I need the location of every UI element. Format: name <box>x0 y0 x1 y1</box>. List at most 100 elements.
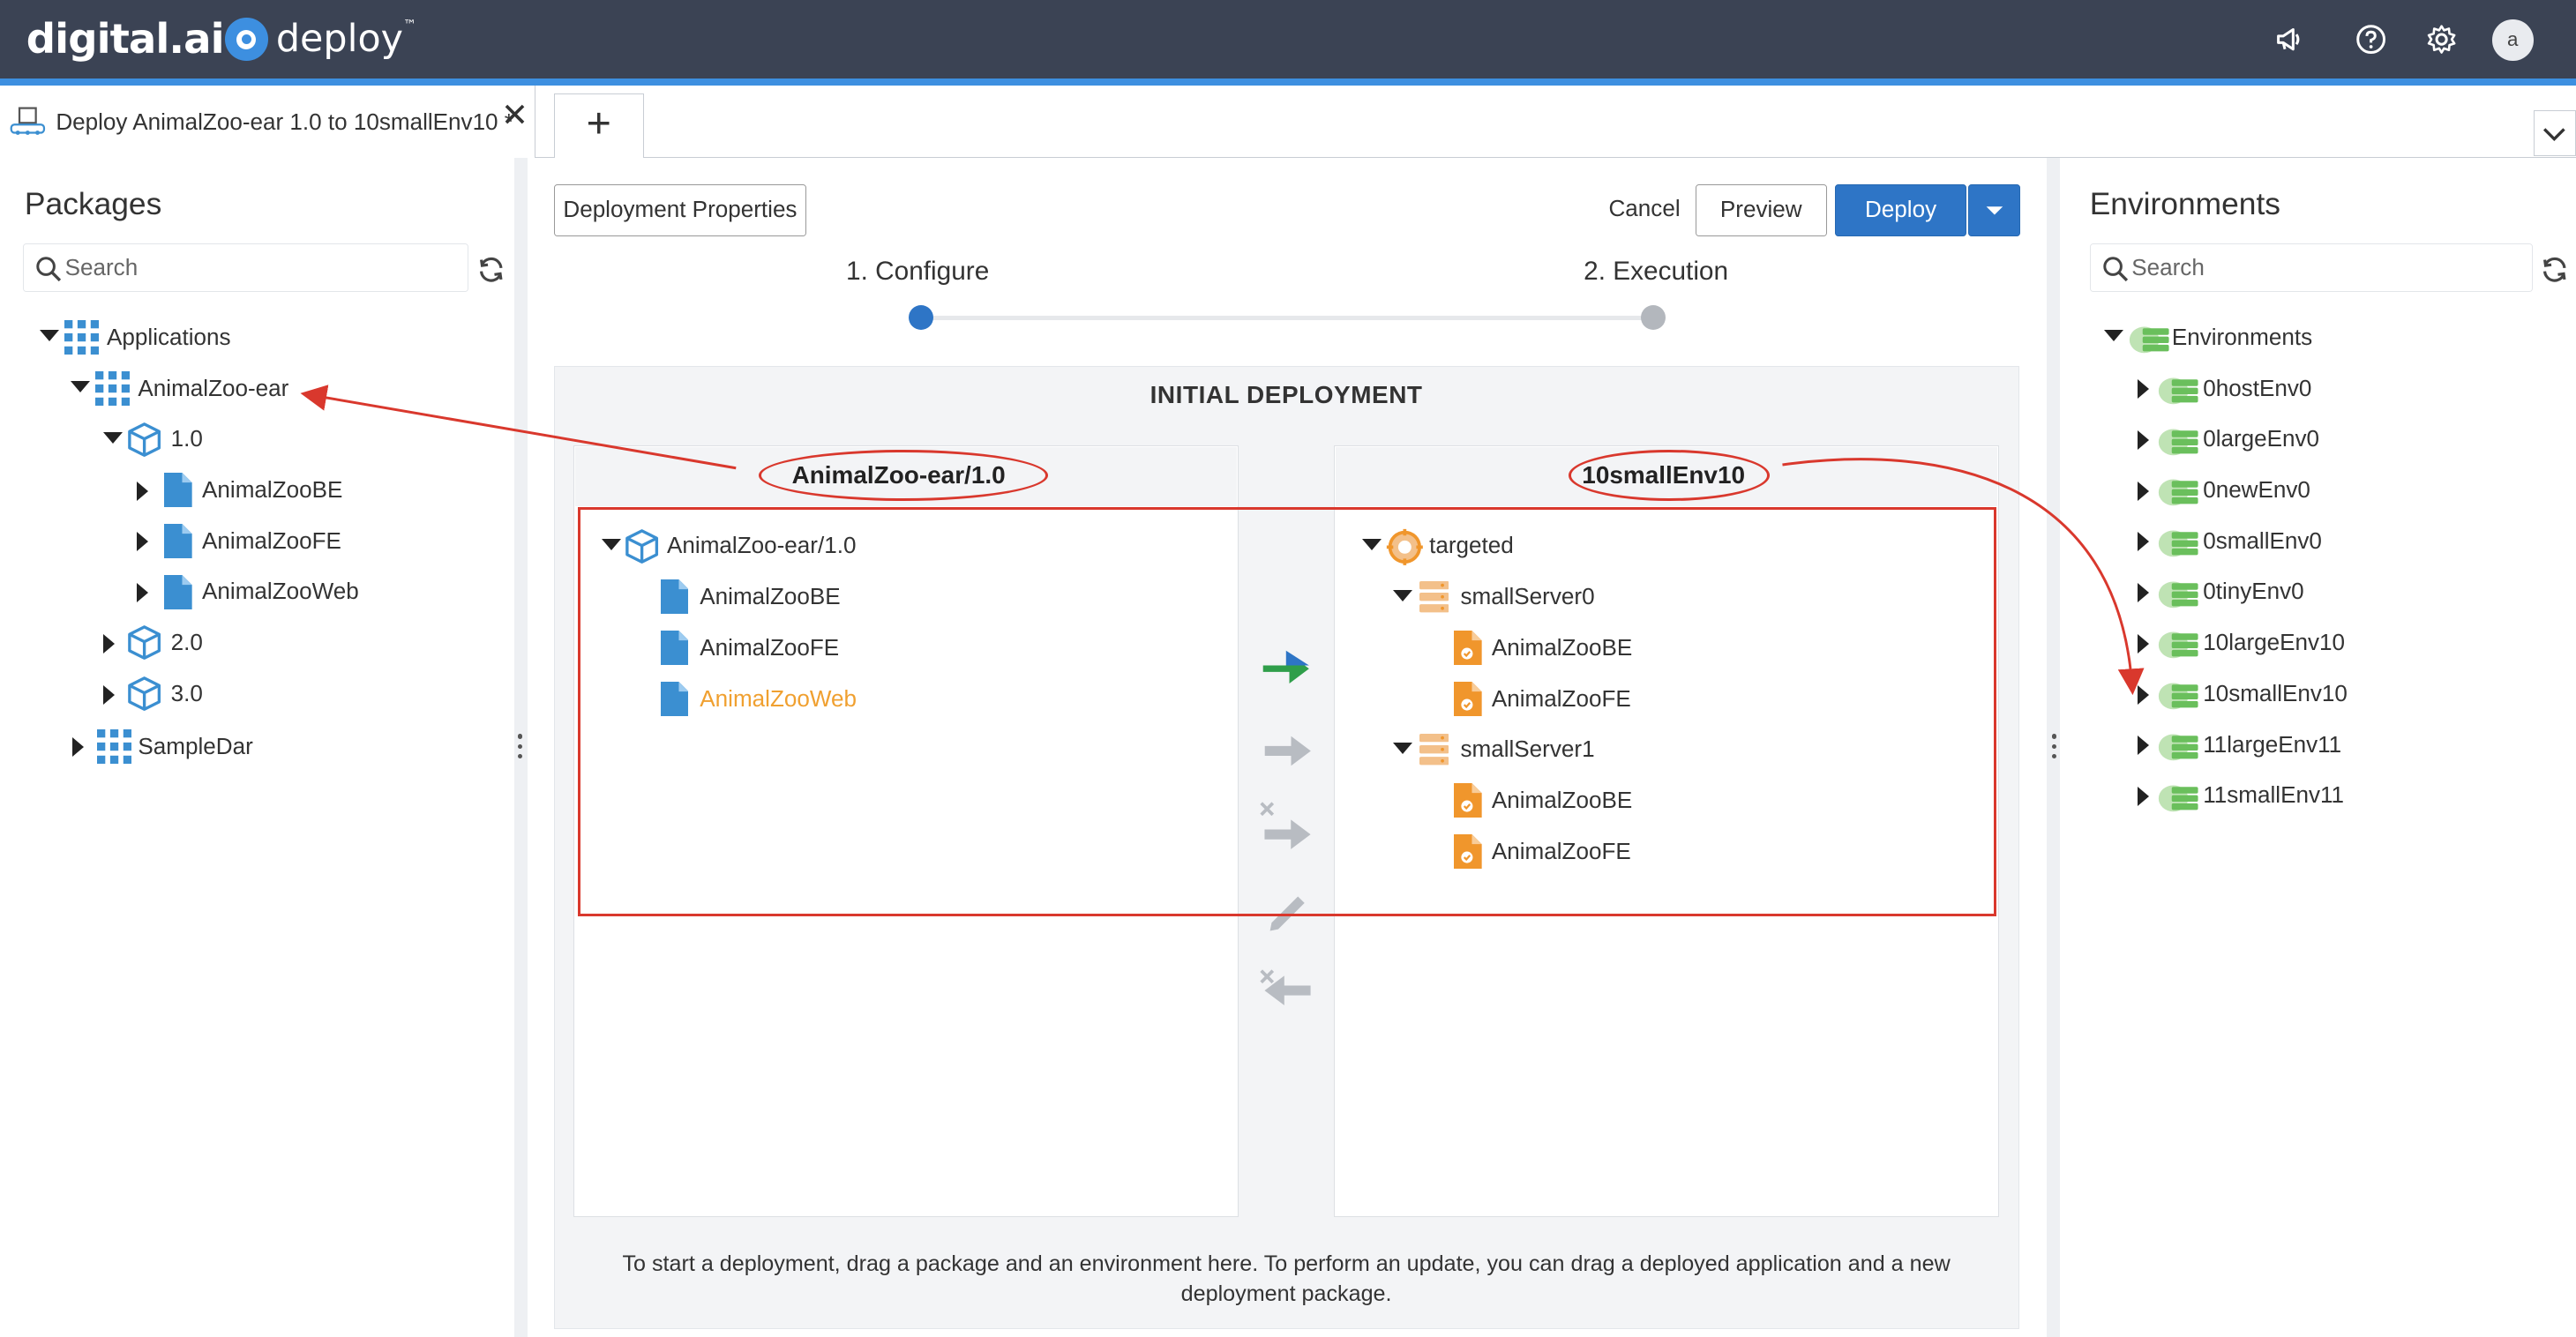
caret-right-icon[interactable] <box>2137 481 2149 501</box>
deployment-hint-text: To start a deployment, drag a package an… <box>622 1251 1951 1306</box>
environments-title: Environments <box>2089 187 2280 222</box>
caret-down-icon[interactable] <box>103 431 124 444</box>
tree-environment-item[interactable]: 0tinyEnv0 <box>2137 575 2532 611</box>
tree-environment-item[interactable]: 10largeEnv10 <box>2137 625 2532 661</box>
tab-menu-button[interactable] <box>2533 109 2576 156</box>
environment-icon <box>2158 429 2198 455</box>
tree-deployable[interactable]: AnimalZooFE <box>136 524 465 560</box>
caret-down-icon <box>1986 205 2003 215</box>
packages-search-input[interactable]: Search <box>23 243 468 293</box>
tree-environment-item[interactable]: 11largeEnv11 <box>2137 728 2532 764</box>
step-execution-dot[interactable] <box>1641 305 1666 331</box>
deploy-logo-icon <box>225 18 268 61</box>
right-splitter-handle-icon[interactable] <box>2051 734 2058 763</box>
step-configure-label: 1. Configure <box>846 256 990 286</box>
caret-right-icon[interactable] <box>2137 786 2149 806</box>
application-grid-icon <box>94 370 131 406</box>
file-icon <box>164 574 192 609</box>
environments-cloud-icon <box>2129 326 2169 354</box>
step-execution-label: 2. Execution <box>1584 256 1729 286</box>
chevron-down-icon <box>2542 128 2565 141</box>
tree-environments-root[interactable]: Environments <box>2104 320 2515 356</box>
environment-icon <box>2158 785 2198 811</box>
environment-icon <box>2158 479 2198 506</box>
add-tab-button[interactable]: + <box>553 93 644 158</box>
digital-ai-logo[interactable]: digital.ai <box>26 15 225 63</box>
deploy-options-button[interactable] <box>1967 183 2021 237</box>
gear-icon[interactable] <box>2425 23 2458 56</box>
environment-icon <box>2158 734 2198 761</box>
step-progress-line <box>919 315 1655 321</box>
caret-right-icon[interactable] <box>2137 379 2149 400</box>
caret-right-icon[interactable] <box>103 684 116 705</box>
application-grid-icon <box>96 728 131 764</box>
tree-environment-item[interactable]: 10smallEnv10 <box>2137 676 2532 713</box>
tree-environment-item[interactable]: 0newEnv0 <box>2137 473 2532 509</box>
caret-right-icon[interactable] <box>103 633 116 654</box>
search-icon <box>36 256 62 281</box>
tree-environment-item[interactable]: 0largeEnv0 <box>2137 422 2532 459</box>
caret-right-icon[interactable] <box>2137 532 2149 552</box>
file-icon <box>164 524 192 559</box>
caret-right-icon[interactable] <box>136 532 148 552</box>
caret-right-icon[interactable] <box>2137 429 2149 450</box>
tree-deployable[interactable]: AnimalZooBE <box>136 473 465 509</box>
annotation-mapping-rectangle <box>578 507 1996 917</box>
help-icon[interactable] <box>2355 23 2387 56</box>
annotation-package-ellipse <box>759 450 1049 501</box>
top-bar-accent <box>0 78 2576 86</box>
environments-refresh-icon[interactable] <box>2540 255 2570 285</box>
deploy-button[interactable]: Deploy <box>1835 183 1967 237</box>
package-cube-icon <box>128 676 161 712</box>
caret-down-icon[interactable] <box>39 330 59 342</box>
cancel-button[interactable]: Cancel <box>1602 184 1688 237</box>
caret-right-icon[interactable] <box>136 583 148 603</box>
environment-icon <box>2158 377 2198 405</box>
environments-search-input[interactable]: Search <box>2089 243 2534 293</box>
tree-environment-item[interactable]: 0smallEnv0 <box>2137 524 2532 560</box>
tab-strip: Deploy AnimalZoo-ear 1.0 to 10smallEnv10… <box>0 85 2576 158</box>
preview-button[interactable]: Preview <box>1695 183 1827 237</box>
caret-right-icon[interactable] <box>136 481 148 501</box>
step-configure-dot[interactable] <box>908 305 933 331</box>
environment-icon <box>2158 631 2198 659</box>
tree-deployable[interactable]: AnimalZooWeb <box>136 574 465 611</box>
tree-applications[interactable]: Applications <box>39 320 368 356</box>
deployment-properties-button[interactable]: Deployment Properties <box>553 183 807 237</box>
tree-app-sampledar[interactable]: SampleDar <box>71 728 401 766</box>
caret-down-icon[interactable] <box>2104 330 2124 342</box>
tab-deploy[interactable]: Deploy AnimalZoo-ear 1.0 to 10smallEnv10… <box>0 85 536 158</box>
caret-right-icon[interactable] <box>71 737 84 758</box>
packages-refresh-icon[interactable] <box>476 255 506 285</box>
left-splitter-handle-icon[interactable] <box>517 734 524 763</box>
caret-right-icon[interactable] <box>2137 736 2149 756</box>
environment-icon <box>2158 683 2198 710</box>
file-icon <box>164 473 192 508</box>
annotation-environment-ellipse <box>1569 450 1770 501</box>
remove-undeploy-arrow-icon[interactable] <box>1258 967 1317 1013</box>
packages-title: Packages <box>24 187 162 222</box>
user-avatar[interactable]: a <box>2491 19 2534 61</box>
megaphone-icon[interactable] <box>2273 23 2306 56</box>
package-cube-icon <box>128 422 161 457</box>
applications-grid-icon <box>64 320 99 355</box>
tree-version-1[interactable]: 1.0 <box>103 422 431 459</box>
tree-version-3[interactable]: 3.0 <box>103 676 431 713</box>
tree-environment-item[interactable]: 0hostEnv0 <box>2137 371 2532 407</box>
tab-title: Deploy AnimalZoo-ear 1.0 to 10smallEnv10… <box>56 108 513 135</box>
deployment-header: INITIAL DEPLOYMENT <box>1149 381 1423 409</box>
tree-version-2[interactable]: 2.0 <box>103 625 431 661</box>
caret-down-icon[interactable] <box>71 381 91 392</box>
caret-right-icon[interactable] <box>2137 633 2149 654</box>
environment-icon <box>2158 530 2198 557</box>
caret-right-icon[interactable] <box>2137 684 2149 705</box>
search-icon <box>2103 256 2128 281</box>
tree-app-animalzoo-ear[interactable]: AnimalZoo-ear <box>71 370 399 407</box>
deploy-tab-icon <box>10 107 46 136</box>
environment-icon <box>2158 581 2198 608</box>
caret-right-icon[interactable] <box>2137 583 2149 603</box>
tree-environment-item[interactable]: 11smallEnv11 <box>2137 779 2532 815</box>
package-cube-icon <box>128 625 161 661</box>
tab-close-icon[interactable]: ✕ <box>501 98 528 131</box>
product-name: deploy™ <box>275 16 416 61</box>
